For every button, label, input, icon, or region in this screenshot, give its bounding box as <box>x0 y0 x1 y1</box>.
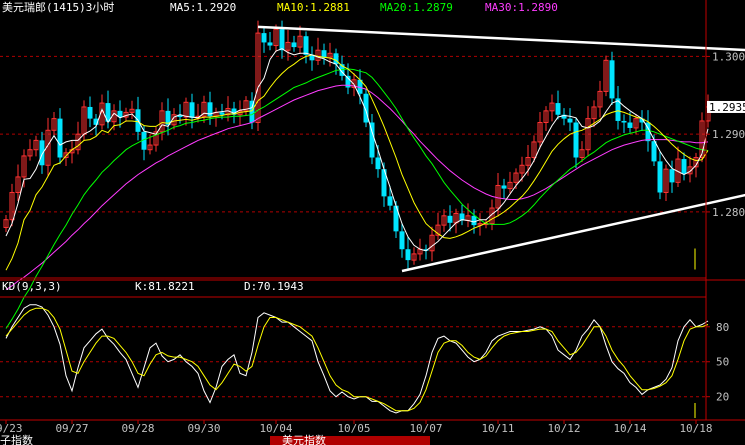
candle-down[interactable] <box>387 196 393 206</box>
instrument-title: 美元瑞郎(1415)3小时 <box>2 0 114 14</box>
last-price-label: 1.2935 <box>709 101 745 114</box>
x-tick-label: 10/07 <box>409 422 442 435</box>
kd-tick-label: 50 <box>716 356 729 369</box>
kd-title: KD(9,3,3) <box>2 280 62 293</box>
ma10-label: MA10:1.2881 <box>277 1 350 14</box>
price-tick-label: 1.2900 <box>712 128 745 141</box>
kd-k-value: K:81.8221 <box>135 280 195 293</box>
ma20-label: MA20:1.2879 <box>380 1 453 14</box>
x-tick-label: 10/14 <box>613 422 646 435</box>
candle-down[interactable] <box>447 215 453 223</box>
candle-down[interactable] <box>267 42 273 46</box>
candle-down[interactable] <box>651 141 657 162</box>
candle-down[interactable] <box>669 169 675 183</box>
candle-down[interactable] <box>189 102 195 118</box>
footer-mid-text: 美元指数 <box>282 433 326 445</box>
footer-left-text: 子指数 <box>0 433 33 445</box>
x-tick-label: 10/11 <box>481 422 514 435</box>
candle-down[interactable] <box>249 100 255 123</box>
candle-down[interactable] <box>39 140 45 166</box>
candle-down[interactable] <box>627 122 633 128</box>
price-chart[interactable]: 1.30001.29001.28001.2935805020 09/2309/2… <box>0 0 745 445</box>
ma5-label: MA5:1.2920 <box>170 1 236 14</box>
candle-down[interactable] <box>279 29 285 51</box>
candle-down[interactable] <box>405 249 411 261</box>
candle-down[interactable] <box>57 118 63 158</box>
candle-down[interactable] <box>261 33 267 43</box>
candle-down[interactable] <box>219 112 225 115</box>
candle-down[interactable] <box>657 161 663 193</box>
x-tick-label: 10/12 <box>547 422 580 435</box>
kd-tick-label: 20 <box>716 391 729 404</box>
x-tick-label: 10/05 <box>337 422 370 435</box>
candle-down[interactable] <box>681 159 687 174</box>
candle-down[interactable] <box>87 106 93 119</box>
x-tick-label: 09/28 <box>121 422 154 435</box>
x-tick-label: 10/18 <box>679 422 712 435</box>
candle-down[interactable] <box>555 103 561 115</box>
x-tick-label: 09/27 <box>55 422 88 435</box>
candle-down[interactable] <box>375 157 381 170</box>
kd-tick-label: 80 <box>716 321 729 334</box>
x-tick-label: 09/30 <box>187 422 220 435</box>
candle-down[interactable] <box>399 231 405 250</box>
candle-down[interactable] <box>471 215 477 226</box>
candle-down[interactable] <box>621 120 627 123</box>
candle-down[interactable] <box>291 42 297 48</box>
chart-background <box>0 0 745 445</box>
candle-down[interactable] <box>573 122 579 158</box>
price-tick-label: 1.2800 <box>712 206 745 219</box>
candle-down[interactable] <box>501 185 507 189</box>
candle-down[interactable] <box>609 60 615 99</box>
candle-down[interactable] <box>567 118 573 123</box>
kd-d-value: D:70.1943 <box>244 280 304 293</box>
candle-down[interactable] <box>369 122 375 158</box>
candle-down[interactable] <box>303 36 309 55</box>
price-tick-label: 1.3000 <box>712 50 745 63</box>
ma30-label: MA30:1.2890 <box>485 1 558 14</box>
